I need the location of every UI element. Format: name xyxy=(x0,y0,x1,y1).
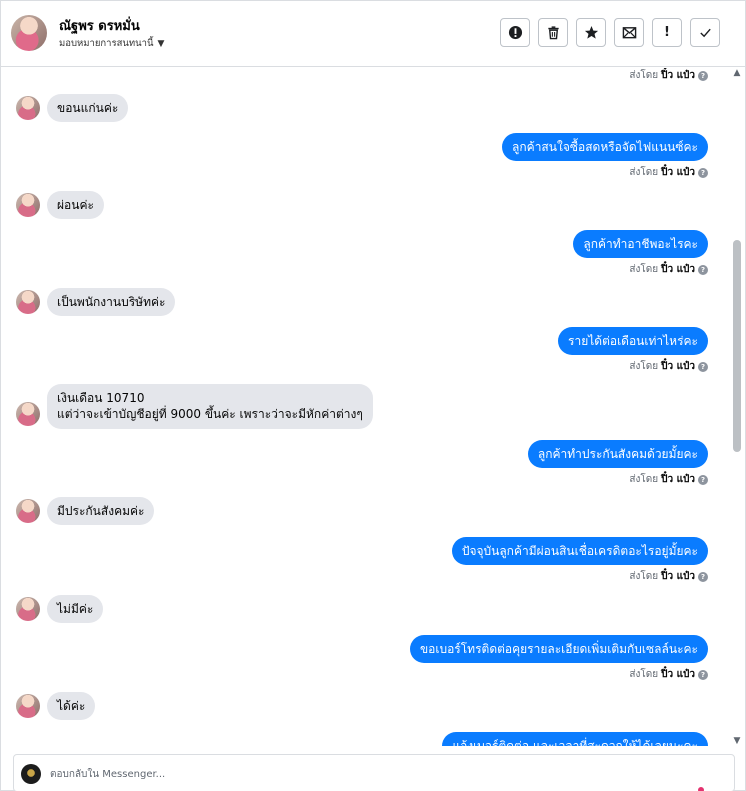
reply-input[interactable] xyxy=(50,764,690,784)
contact-name[interactable]: ณัฐพร ดรหมั่น xyxy=(59,15,140,36)
help-icon[interactable]: ? xyxy=(698,361,708,372)
incoming-message: เงินเดือน 10710 แต่ว่าจะเข้าบัญชีอยู่ที่… xyxy=(47,384,373,429)
page-avatar xyxy=(21,764,41,784)
incoming-message: ได้ค่ะ xyxy=(47,692,96,720)
alert-circle-icon xyxy=(508,25,522,40)
check-icon xyxy=(699,28,711,38)
help-icon[interactable]: ? xyxy=(698,264,708,275)
contact-avatar-small xyxy=(16,96,40,120)
outgoing-message: ลูกค้าทำประกันสังคมด้วยมั้ยคะ xyxy=(527,440,708,468)
incoming-message: ผ่อนค่ะ xyxy=(47,191,104,219)
incoming-message: ขอนแก่นค่ะ xyxy=(47,94,129,122)
mail-icon xyxy=(622,27,636,39)
help-icon[interactable]: ? xyxy=(698,70,708,81)
spam-button[interactable] xyxy=(500,18,530,47)
done-button[interactable] xyxy=(690,18,720,47)
sent-by-label: ส่งโดย ปิ๋ว แป๋ว? xyxy=(629,262,708,277)
sent-by-label: ส่งโดย ปิ๋ว แป๋ว? xyxy=(629,472,708,487)
sent-by-label: ส่งโดย ปิ๋ว แป๋ว? xyxy=(629,569,708,584)
help-icon[interactable]: ? xyxy=(698,167,708,178)
scrollbar-thumb[interactable] xyxy=(733,240,741,452)
conversation-toolbar: ! xyxy=(500,18,720,47)
contact-avatar-small xyxy=(16,290,40,314)
exclamation-icon: ! xyxy=(664,25,670,40)
outgoing-message: ปัจจุบันลูกค้ามีผ่อนสินเชื่อเครดิตอะไรอย… xyxy=(451,537,708,565)
sent-by-label: ส่งโดย ปิ๋ว แป๋ว? xyxy=(629,667,708,682)
conversation-panel: ณัฐพร ดรหมั่น มอบหมายการสนทนานี้ ▼ ! ส่ง… xyxy=(0,0,746,791)
help-icon[interactable]: ? xyxy=(698,474,708,485)
message-line: แต่ว่าจะเข้าบัญชีอยู่ที่ 9000 ขึ้นค่ะ เพ… xyxy=(57,407,363,421)
reaction-heart-icon[interactable] xyxy=(698,787,704,791)
incoming-message: เป็นพนักงานบริษัทค่ะ xyxy=(47,288,176,316)
contact-avatar-small xyxy=(16,402,40,426)
contact-avatar-small xyxy=(16,193,40,217)
assign-label: มอบหมายการสนทนานี้ xyxy=(59,38,154,49)
sent-by-label: ส่งโดย ปิ๋ว แป๋ว? xyxy=(629,165,708,180)
message-thread[interactable]: ส่งโดย ปิ๋ว แป๋ว? ขอนแก่นค่ะ ลูกค้าสนใจซื… xyxy=(1,68,729,746)
help-icon[interactable]: ? xyxy=(698,669,708,680)
contact-avatar-small xyxy=(16,597,40,621)
outgoing-message: รายได้ต่อเดือนเท่าไหร่คะ xyxy=(558,327,708,355)
delete-button[interactable] xyxy=(538,18,568,47)
assign-conversation-dropdown[interactable]: มอบหมายการสนทนานี้ ▼ xyxy=(59,36,164,51)
star-icon xyxy=(584,25,598,39)
help-icon[interactable]: ? xyxy=(698,571,708,582)
thread-scrollbar[interactable]: ▲ ▼ xyxy=(730,68,744,746)
outgoing-message: ขอเบอร์โทรติดต่อคุยรายละเอียดเพิ่มเติมกั… xyxy=(409,635,708,663)
sent-by-label: ส่งโดย ปิ๋ว แป๋ว? xyxy=(629,68,708,83)
trash-icon xyxy=(547,26,559,40)
contact-avatar-small xyxy=(16,499,40,523)
caret-down-icon: ▼ xyxy=(157,38,165,49)
conversation-header: ณัฐพร ดรหมั่น มอบหมายการสนทนานี้ ▼ ! xyxy=(1,1,745,67)
contact-avatar-small xyxy=(16,694,40,718)
message-line: เงินเดือน 10710 xyxy=(57,391,145,405)
outgoing-message: ลูกค้าสนใจซื้อสดหรือจัดไฟแนนซ์คะ xyxy=(502,133,708,161)
outgoing-message: ลูกค้าทำอาชีพอะไรคะ xyxy=(573,230,708,258)
incoming-message: ไม่มีค่ะ xyxy=(47,595,104,623)
mark-unread-button[interactable] xyxy=(614,18,644,47)
contact-avatar[interactable] xyxy=(11,15,47,51)
reply-composer xyxy=(13,754,735,791)
flag-button[interactable]: ! xyxy=(652,18,682,47)
follow-up-button[interactable] xyxy=(576,18,606,47)
scroll-down-arrow-icon[interactable]: ▼ xyxy=(732,736,742,746)
incoming-message: มีประกันสังคมค่ะ xyxy=(47,497,155,525)
outgoing-message: แจ้งเบอร์ติดต่อ และเวลาที่สะดวกให้ได้เลย… xyxy=(442,732,708,746)
scroll-up-arrow-icon[interactable]: ▲ xyxy=(732,68,742,78)
sent-by-label: ส่งโดย ปิ๋ว แป๋ว? xyxy=(629,359,708,374)
